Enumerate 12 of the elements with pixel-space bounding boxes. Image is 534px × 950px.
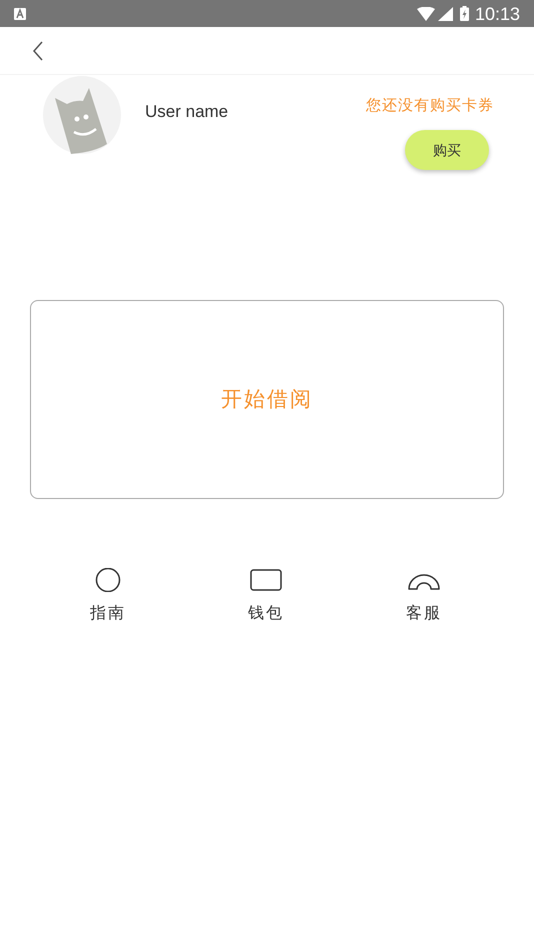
shortcut-label[interactable]: 客服: [406, 602, 442, 626]
clock-time: 10:13: [474, 4, 520, 22]
signal-icon: [438, 6, 453, 20]
shortcut-label[interactable]: 钱包: [248, 602, 284, 626]
rectangle-icon[interactable]: [250, 568, 282, 592]
app-notification-icon: [14, 8, 26, 20]
battery-icon: [460, 6, 469, 21]
shortcut-label[interactable]: 指南: [90, 602, 126, 626]
buy-button[interactable]: 购买: [405, 130, 489, 170]
user-name: User name: [145, 101, 228, 123]
card-notice: 您还没有购买卡券: [366, 96, 494, 116]
wifi-icon: [416, 6, 435, 20]
